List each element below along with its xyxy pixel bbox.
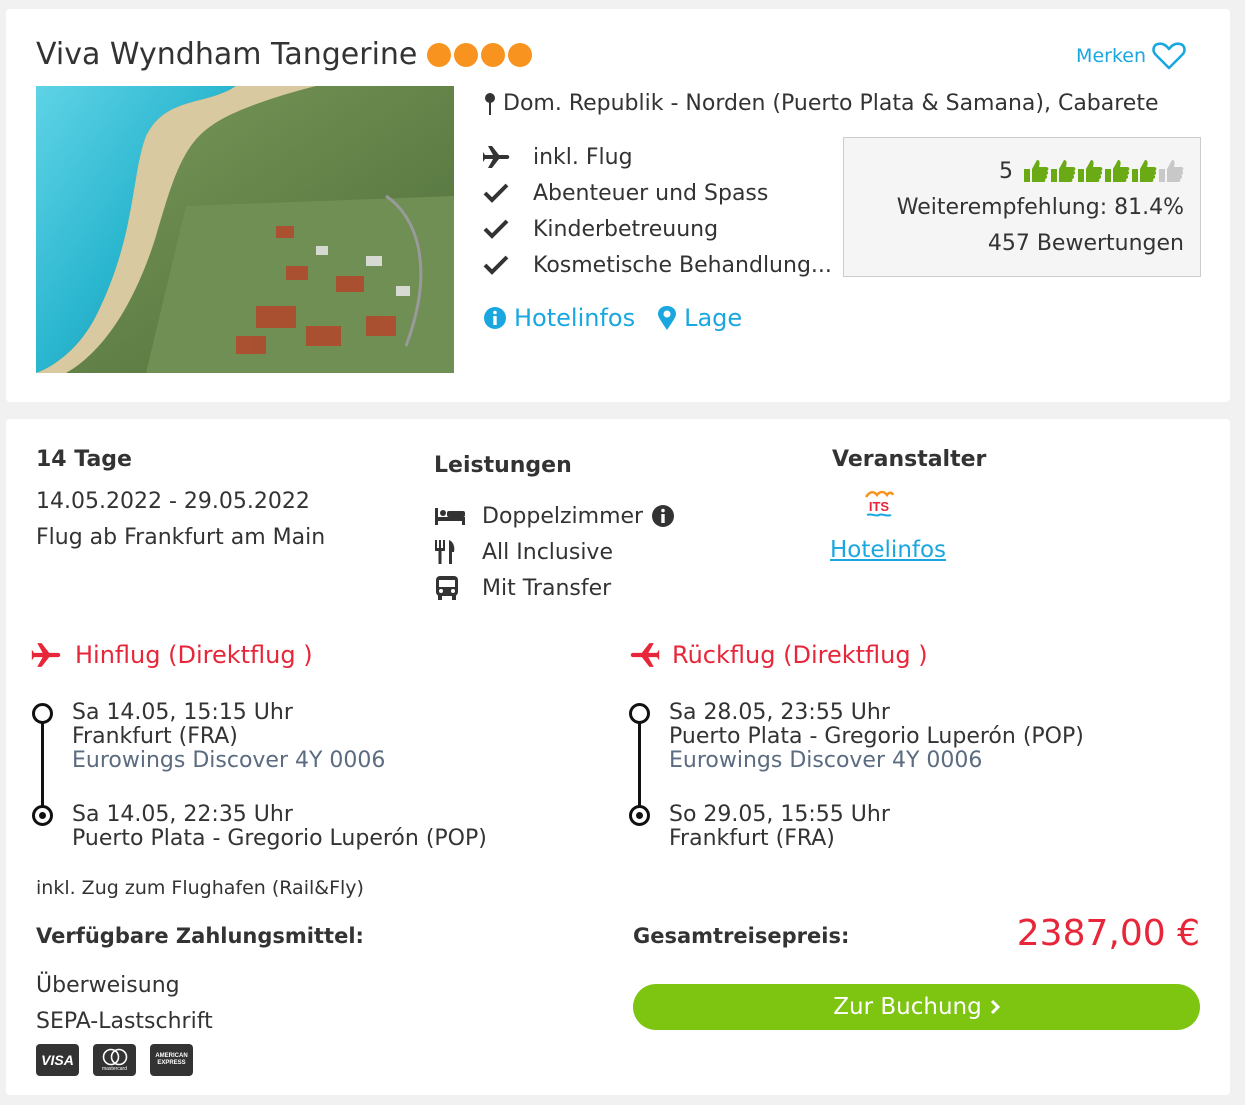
mastercard-circles-icon xyxy=(102,1048,127,1066)
total-price: 2387,00 € xyxy=(1016,913,1200,954)
leistung-item: Mit Transfer xyxy=(434,570,675,606)
return-timeline: Sa 28.05, 23:55 Uhr Puerto Plata - Grego… xyxy=(629,700,1209,853)
visa-card-icon: VISA xyxy=(36,1044,79,1076)
bed-icon xyxy=(435,508,465,525)
duration: 14 Tage xyxy=(36,447,132,472)
book-button-label: Zur Buchung xyxy=(833,994,982,1020)
rating-score-row: 5 xyxy=(844,152,1184,190)
outbound-departure: Sa 14.05, 15:15 Uhr Frankfurt (FRA) Euro… xyxy=(72,700,386,773)
leistung-item: All Inclusive xyxy=(434,534,675,570)
return-departure: Sa 28.05, 23:55 Uhr Puerto Plata - Grego… xyxy=(669,700,1084,773)
veranstalter-heading: Veranstalter xyxy=(832,447,987,472)
check-icon xyxy=(483,219,509,239)
feature-item: inkl. Flug xyxy=(483,139,832,175)
mastercard-icon: mastercard xyxy=(93,1044,136,1076)
rating-score: 5 xyxy=(999,158,1013,184)
outbound-flight-heading: Hinflug (Direktflug ) xyxy=(31,641,313,669)
recommendation-rate: Weiterempfehlung: 81.4% xyxy=(896,195,1184,220)
hotel-name[interactable]: Viva Wyndham Tangerine xyxy=(36,37,417,72)
feature-item: Abenteuer und Spass xyxy=(483,175,832,211)
review-count[interactable]: 457 Bewertungen xyxy=(844,226,1184,262)
offer-card: 14 Tage 14.05.2022 - 29.05.2022 Flug ab … xyxy=(6,419,1230,1095)
hotel-image[interactable] xyxy=(36,86,454,373)
payment-cards: VISA mastercard AMERICAN EXPRESS xyxy=(36,1044,193,1076)
book-button[interactable]: Zur Buchung xyxy=(633,984,1200,1030)
outbound-timeline: Sa 14.05, 15:15 Uhr Frankfurt (FRA) Euro… xyxy=(32,700,552,853)
star-icon xyxy=(508,42,533,67)
hotelinfos-link[interactable]: Hotelinfos xyxy=(483,304,635,332)
hotel-location: Dom. Republik - Norden (Puerto Plata & S… xyxy=(483,91,1159,116)
timeline-line xyxy=(41,715,44,815)
timeline-end-circle xyxy=(629,805,650,826)
leistungen-list: Doppelzimmer All Inclusive Mit Transfer xyxy=(434,498,675,606)
cutlery-icon xyxy=(435,540,455,564)
payment-heading: Verfügbare Zahlungsmittel: xyxy=(36,924,364,948)
thumbs-up-icon xyxy=(1051,160,1076,182)
departure-airport: Flug ab Frankfurt am Main xyxy=(36,525,326,550)
its-logo-icon: ITS xyxy=(864,490,895,517)
payment-method: SEPA-Lastschrift xyxy=(36,1009,213,1034)
hotel-aerial-photo xyxy=(36,86,454,373)
check-icon xyxy=(483,255,509,275)
chevron-right-icon xyxy=(990,999,1000,1015)
info-circle-icon[interactable] xyxy=(651,504,675,528)
timeline-end-circle xyxy=(32,805,53,826)
travel-dates: 14.05.2022 - 29.05.2022 xyxy=(36,489,310,514)
veranstalter-hotelinfos-link[interactable]: Hotelinfos xyxy=(830,537,946,563)
merken-button[interactable]: Merken xyxy=(1076,41,1186,71)
star-icon xyxy=(481,42,506,67)
amex-card-icon: AMERICAN EXPRESS xyxy=(150,1044,193,1076)
leistung-item: Doppelzimmer xyxy=(434,498,675,534)
hotel-links: Hotelinfos Lage xyxy=(483,304,742,332)
timeline-line xyxy=(638,715,641,815)
timeline-start-circle xyxy=(32,703,53,724)
feature-list: inkl. Flug Abenteuer und Spass Kinderbet… xyxy=(483,139,832,283)
payment-method: Überweisung xyxy=(36,973,180,998)
heart-icon xyxy=(1152,42,1186,70)
thumbs-up-icon xyxy=(1159,160,1184,182)
info-circle-icon xyxy=(484,307,506,329)
thumbs-up-icon xyxy=(1024,160,1049,182)
return-flight-heading: Rückflug (Direktflug ) xyxy=(628,641,928,669)
return-arrival: So 29.05, 15:55 Uhr Frankfurt (FRA) xyxy=(669,802,890,851)
price-label: Gesamtreisepreis: xyxy=(633,924,850,948)
check-icon xyxy=(483,183,509,203)
star-icon xyxy=(454,42,479,67)
hotel-stars xyxy=(427,42,533,67)
plane-return-icon xyxy=(630,643,660,667)
svg-text:ITS: ITS xyxy=(869,499,890,514)
timeline-start-circle xyxy=(629,703,650,724)
map-pin-icon xyxy=(485,92,495,115)
map-marker-icon xyxy=(658,306,677,330)
rating-thumbs xyxy=(1023,158,1184,184)
bus-icon xyxy=(436,576,458,600)
rail-and-fly-note: inkl. Zug zum Flughafen (Rail&Fly) xyxy=(36,877,364,899)
merken-label: Merken xyxy=(1076,45,1146,67)
star-icon xyxy=(427,42,452,67)
its-logo: ITS xyxy=(863,489,895,519)
feature-item: Kosmetische Behandlung... xyxy=(483,247,832,283)
outbound-arrival: Sa 14.05, 22:35 Uhr Puerto Plata - Grego… xyxy=(72,802,487,851)
hotel-card: Viva Wyndham Tangerine Merken Dom. Repub… xyxy=(6,9,1230,402)
hotel-title[interactable]: Viva Wyndham Tangerine xyxy=(36,37,533,72)
location-text: Dom. Republik - Norden (Puerto Plata & S… xyxy=(503,91,1159,116)
thumbs-up-icon xyxy=(1132,160,1157,182)
feature-item: Kinderbetreuung xyxy=(483,211,832,247)
thumbs-up-icon xyxy=(1078,160,1103,182)
leistungen-heading: Leistungen xyxy=(434,453,572,478)
lage-link[interactable]: Lage xyxy=(657,304,742,332)
plane-icon xyxy=(31,643,61,667)
plane-icon xyxy=(483,146,510,168)
thumbs-up-icon xyxy=(1105,160,1130,182)
rating-box[interactable]: 5 Weiterempfehlung: 81.4% 457 Bewertunge… xyxy=(843,137,1201,277)
